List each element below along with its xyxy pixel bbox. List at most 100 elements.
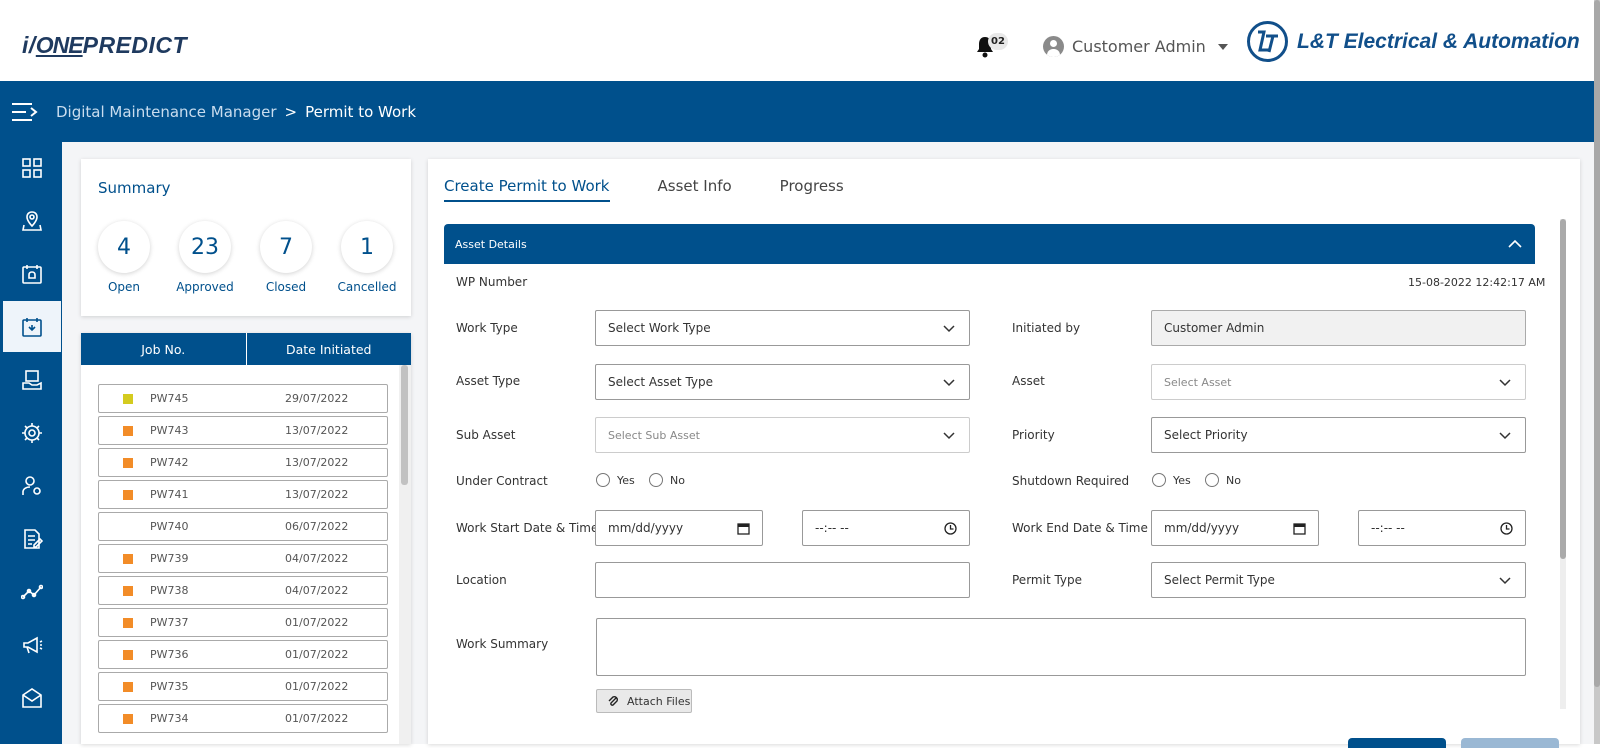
sidebar-item-analytics[interactable] [3,566,61,617]
scrollbar-thumb[interactable] [401,365,408,485]
column-header-job-no[interactable]: Job No. [81,333,247,365]
work-type-select[interactable]: Select Work Type [595,310,970,346]
location-input[interactable] [595,562,970,598]
work-start-date-input[interactable]: mm/dd/yyyy [595,510,763,546]
user-menu[interactable]: Customer Admin [1043,36,1228,57]
job-number: PW743 [150,424,189,437]
sidebar-item-announcements[interactable] [3,619,61,670]
date-placeholder: mm/dd/yyyy [608,521,684,535]
work-start-time-input[interactable]: --:-- -- [802,510,970,546]
column-header-date-initiated[interactable]: Date Initiated [247,333,412,365]
calendar-icon[interactable] [1293,522,1306,535]
permit-form-panel: Create Permit to Work Asset Info Progres… [428,159,1580,748]
job-list-item[interactable]: PW742 13/07/2022 [98,448,388,477]
job-list-item[interactable]: PW737 01/07/2022 [98,608,388,637]
permit-type-select[interactable]: Select Permit Type [1151,562,1526,598]
asset-select[interactable]: Select Asset [1151,364,1526,400]
top-header: i/ONEPREDICT 02 Customer Admin L&T Elect… [0,0,1600,81]
job-date: 01/07/2022 [285,648,349,661]
stat-label: Closed [265,280,307,294]
mail-icon [22,687,42,708]
job-date: 01/07/2022 [285,616,349,629]
priority-select[interactable]: Select Priority [1151,417,1526,453]
asset-details-accordion-header[interactable]: Asset Details [444,224,1535,264]
shutdown-no-radio[interactable]: No [1205,473,1241,487]
sidebar-item-mail[interactable] [3,672,61,723]
radio-circle[interactable] [1205,473,1219,487]
secondary-action-button[interactable] [1461,738,1559,748]
under-contract-no-radio[interactable]: No [649,473,685,487]
asset-value: Select Asset [1164,375,1232,389]
job-list-item[interactable]: PW736 01/07/2022 [98,640,388,669]
sidebar-item-user-settings[interactable] [3,460,61,511]
chevron-up-icon[interactable] [1507,236,1523,252]
dashboard-grid-icon [22,157,42,178]
job-list-item[interactable]: PW741 13/07/2022 [98,480,388,509]
sidebar-item-maintenance[interactable] [3,301,61,352]
form-scrollbar[interactable] [1560,219,1566,709]
under-contract-yes-radio[interactable]: Yes [596,473,635,487]
job-list-item[interactable]: PW740 06/07/2022 [98,512,388,541]
sidebar-item-settings[interactable] [3,407,61,458]
job-list-item[interactable]: PW739 04/07/2022 [98,544,388,573]
sub-asset-select[interactable]: Select Sub Asset [595,417,970,453]
sidebar-item-documents[interactable] [3,513,61,564]
wp-number-label: WP Number [456,275,528,289]
work-summary-label: Work Summary [456,637,549,651]
job-list-item[interactable]: PW734 01/07/2022 [98,704,388,733]
job-list: PW745 29/07/2022 PW743 13/07/2022 PW742 13/07… [98,384,388,736]
stat-approved[interactable]: 23 Approved [175,221,235,294]
settings-gear-icon [22,422,42,443]
attach-files-button[interactable]: Attach Files [596,689,692,713]
primary-action-button[interactable] [1348,738,1446,748]
calendar-icon[interactable] [737,522,750,535]
sidebar-item-dashboard[interactable] [3,142,61,193]
chevron-down-icon [943,325,955,333]
stat-value: 1 [341,221,393,273]
work-summary-textarea[interactable] [596,618,1526,676]
job-date: 01/07/2022 [285,712,349,725]
sidebar-item-map[interactable] [3,195,61,246]
radio-circle[interactable] [649,473,663,487]
stat-open[interactable]: 4 Open [94,221,154,294]
job-list-item[interactable]: PW745 29/07/2022 [98,384,388,413]
job-list-item[interactable]: PW735 01/07/2022 [98,672,388,701]
radio-circle[interactable] [1152,473,1166,487]
asset-type-select[interactable]: Select Asset Type [595,364,970,400]
shutdown-yes-radio[interactable]: Yes [1152,473,1191,487]
tab-create-permit[interactable]: Create Permit to Work [444,177,610,202]
maintenance-tools-icon [22,317,42,337]
job-number: PW735 [150,680,189,693]
clock-icon[interactable] [1500,522,1513,535]
tab-asset-info[interactable]: Asset Info [658,177,732,202]
menu-toggle-icon[interactable] [12,101,38,123]
tab-progress[interactable]: Progress [780,177,844,202]
inventory-hand-icon [22,369,42,390]
priority-label: Priority [1012,428,1055,442]
app-logo[interactable]: i/ONEPREDICT [22,32,187,59]
status-indicator [123,682,133,692]
work-end-time-input[interactable]: --:-- -- [1358,510,1526,546]
sidebar-item-calendar[interactable] [3,248,61,299]
clock-icon[interactable] [944,522,957,535]
job-list-item[interactable]: PW743 13/07/2022 [98,416,388,445]
radio-circle[interactable] [596,473,610,487]
breadcrumb-parent[interactable]: Digital Maintenance Manager [56,103,277,121]
job-list-item[interactable]: PW738 04/07/2022 [98,576,388,605]
scrollbar-thumb[interactable] [1560,219,1566,559]
page-scrollbar[interactable] [1594,0,1600,744]
user-avatar-icon [1043,36,1064,57]
summary-title: Summary [98,179,171,197]
stat-closed[interactable]: 7 Closed [256,221,316,294]
work-start-label: Work Start Date & Time [456,521,599,535]
scrollbar-thumb[interactable] [1594,0,1600,687]
sidebar-item-inventory[interactable] [3,354,61,405]
status-indicator [123,618,133,628]
user-name: Customer Admin [1072,37,1206,56]
job-list-scrollbar[interactable] [399,365,411,744]
brand-logo: L&T Electrical & Automation [1246,20,1580,63]
logo-prefix: i/ [22,32,36,58]
stat-cancelled[interactable]: 1 Cancelled [337,221,397,294]
work-end-date-input[interactable]: mm/dd/yyyy [1151,510,1319,546]
status-indicator [123,714,133,724]
